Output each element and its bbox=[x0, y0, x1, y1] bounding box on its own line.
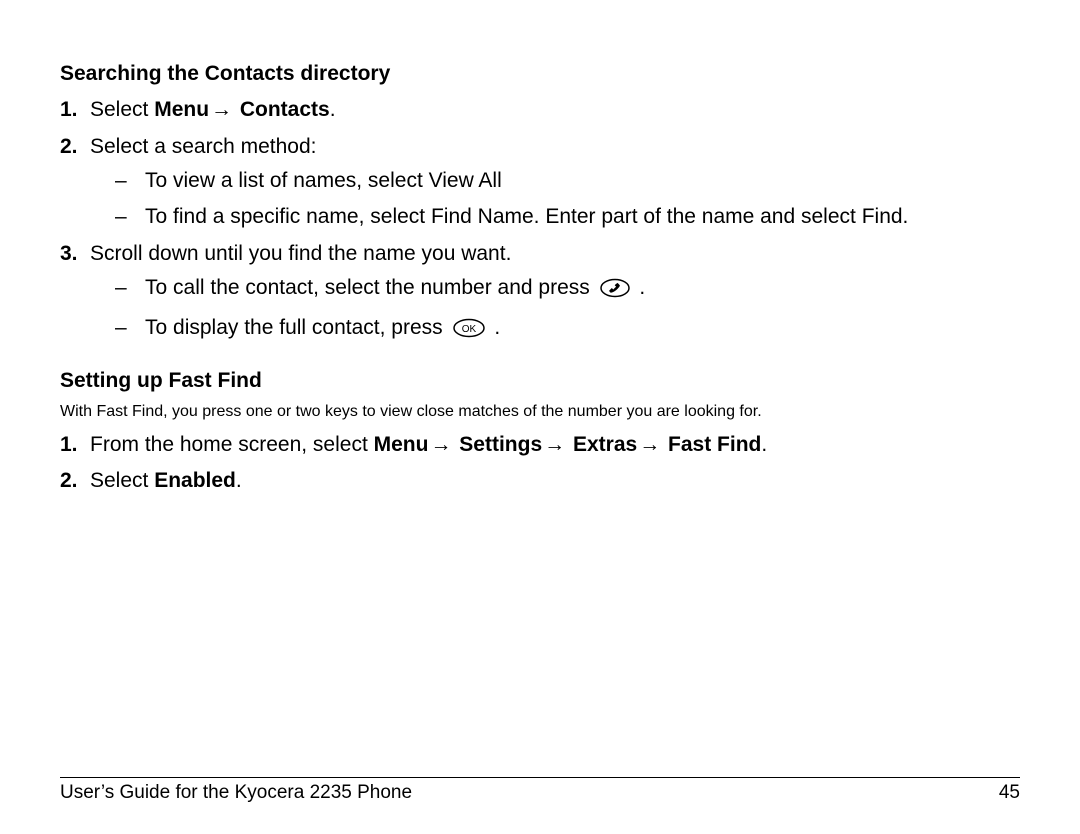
text-run: . bbox=[639, 276, 645, 299]
list-item: – To view a list of names, select View A… bbox=[115, 167, 1020, 195]
bullet-text: To display the full contact, press OK . bbox=[145, 316, 500, 339]
section-fastfind: Setting up Fast Find With Fast Find, you… bbox=[60, 367, 1020, 496]
page-number: 45 bbox=[999, 782, 1020, 804]
list-item: 3. Scroll down until you find the name y… bbox=[60, 240, 1020, 347]
bullet-text: To view a list of names, select View All bbox=[145, 169, 502, 192]
dash-marker: – bbox=[115, 274, 127, 302]
list-item: – To find a specific name, select Find N… bbox=[115, 203, 1020, 231]
bullet-text: To find a specific name, select Find Nam… bbox=[145, 205, 908, 228]
list-marker: 3. bbox=[60, 240, 78, 268]
bullet-text: To call the contact, select the number a… bbox=[145, 276, 645, 299]
heading-fastfind: Setting up Fast Find bbox=[60, 367, 1020, 395]
svg-text:OK: OK bbox=[461, 324, 476, 335]
list-marker: 2. bbox=[60, 133, 78, 161]
bold-run: Extras bbox=[567, 433, 637, 456]
section-searching: Searching the Contacts directory 1. Sele… bbox=[60, 60, 1020, 347]
bullet-list: – To view a list of names, select View A… bbox=[90, 167, 1020, 232]
text-run: From the home screen, select bbox=[90, 433, 374, 456]
bold-run: Fast Find bbox=[662, 433, 761, 456]
list-item: – To call the contact, select the number… bbox=[115, 274, 1020, 306]
list-item: 1. Select Menu→ Contacts. bbox=[60, 96, 1020, 124]
list-item: 1. From the home screen, select Menu→ Se… bbox=[60, 431, 1020, 459]
text-run: To display the full contact, press bbox=[145, 316, 449, 339]
step-text: Select Enabled. bbox=[90, 469, 242, 492]
bold-run: Settings bbox=[453, 433, 542, 456]
step-text: From the home screen, select Menu→ Setti… bbox=[90, 433, 767, 456]
document-page: Searching the Contacts directory 1. Sele… bbox=[0, 0, 1080, 834]
paragraph: With Fast Find, you press one or two key… bbox=[60, 403, 1020, 421]
list-item: 2. Select a search method: – To view a l… bbox=[60, 133, 1020, 232]
text-run: To call the contact, select the number a… bbox=[145, 276, 596, 299]
bold-run: Menu bbox=[154, 98, 209, 121]
dash-marker: – bbox=[115, 314, 127, 342]
step-text: Select a search method: bbox=[90, 135, 316, 158]
footer-title: User’s Guide for the Kyocera 2235 Phone bbox=[60, 782, 412, 804]
page-footer: User’s Guide for the Kyocera 2235 Phone … bbox=[60, 777, 1020, 804]
call-key-icon bbox=[599, 278, 631, 306]
text-run: . bbox=[330, 98, 336, 121]
heading-searching: Searching the Contacts directory bbox=[60, 60, 1020, 88]
arrow-icon: → bbox=[428, 431, 453, 459]
list-marker: 1. bbox=[60, 431, 78, 459]
arrow-icon: → bbox=[637, 431, 662, 459]
list-marker: 2. bbox=[60, 467, 78, 495]
list-item: 2. Select Enabled. bbox=[60, 467, 1020, 495]
dash-marker: – bbox=[115, 203, 127, 231]
bold-run: Contacts bbox=[234, 98, 330, 121]
text-run: Select bbox=[90, 469, 154, 492]
bold-run: Menu bbox=[374, 433, 429, 456]
text-run: . bbox=[236, 469, 242, 492]
text-run: Select bbox=[90, 98, 154, 121]
bullet-list: – To call the contact, select the number… bbox=[90, 274, 1020, 347]
arrow-icon: → bbox=[209, 96, 234, 124]
step-text: Select Menu→ Contacts. bbox=[90, 98, 336, 121]
dash-marker: – bbox=[115, 167, 127, 195]
bold-run: Enabled bbox=[154, 469, 236, 492]
text-run: . bbox=[494, 316, 500, 339]
ordered-list-searching: 1. Select Menu→ Contacts. 2. Select a se… bbox=[60, 96, 1020, 346]
list-item: – To display the full contact, press OK … bbox=[115, 314, 1020, 346]
arrow-icon: → bbox=[542, 431, 567, 459]
text-run: . bbox=[761, 433, 767, 456]
ordered-list-fastfind: 1. From the home screen, select Menu→ Se… bbox=[60, 431, 1020, 496]
ok-key-icon: OK bbox=[452, 318, 486, 346]
list-marker: 1. bbox=[60, 96, 78, 124]
step-text: Scroll down until you find the name you … bbox=[90, 242, 511, 265]
